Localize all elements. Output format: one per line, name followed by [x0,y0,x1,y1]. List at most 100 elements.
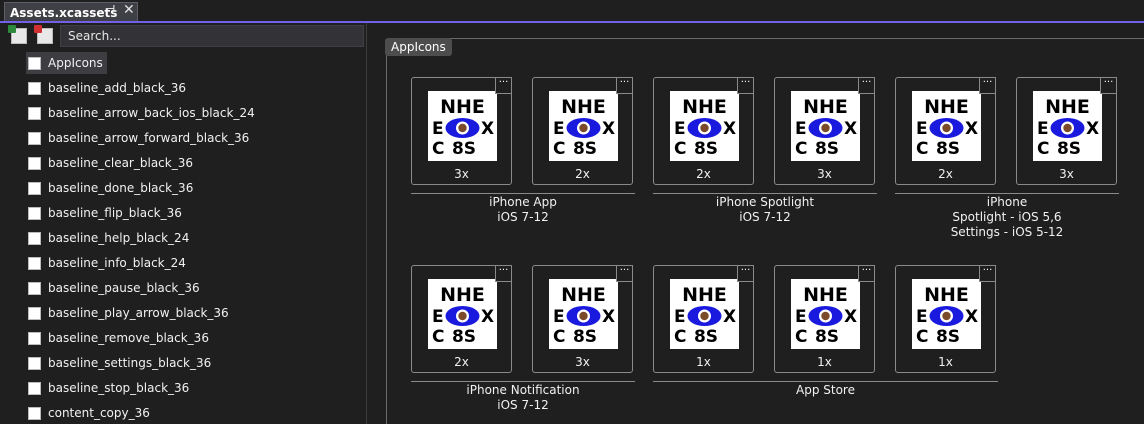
list-item[interactable]: baseline_arrow_back_ios_black_24 [26,102,259,124]
tab-assets-xcassets[interactable]: Assets.xcassets ⊣ ✕ [4,2,138,22]
app-icon-svg: NHEE X C 8S [428,91,497,161]
icon-text-line3-right: 8S [452,139,476,159]
eye-pupil [1063,123,1072,133]
app-icon-svg: NHEE X C 8S [791,91,860,161]
icon-text-line1: NHE [561,96,606,118]
list-item[interactable]: content_copy_36 [26,402,154,424]
list-item[interactable]: baseline_play_arrow_black_36 [26,302,233,324]
list-item-appicons[interactable]: AppIcons [26,52,107,74]
list-item[interactable]: baseline_stop_black_36 [26,377,193,399]
slot-scale-label: 1x [938,355,953,369]
app-icon-image: NHE E X C 8S [912,279,981,349]
list-item[interactable]: baseline_pause_black_36 [26,277,204,299]
icon-slot[interactable]: NHE E X C 8S ··· 1x [895,265,996,373]
app-icon-image: NHE E X C 8S [791,91,860,161]
pin-icon[interactable]: ⊣ [106,4,115,15]
slot-more-button[interactable]: ··· [979,265,996,282]
asset-toolbar [0,23,366,49]
icon-text-line2-left: E [795,307,807,327]
list-item[interactable]: baseline_info_black_24 [26,252,190,274]
icon-text-line2-left: E [916,307,928,327]
eye-pupil [579,123,588,133]
asset-image-icon [28,256,41,270]
icon-text-line2-right: X [481,307,494,327]
slot-more-button[interactable]: ··· [737,77,754,94]
eye-pupil [821,311,830,321]
icon-text-line3-right: 8S [694,139,718,159]
icon-slot[interactable]: NHE E X C 8S ··· 3x [1016,77,1117,185]
list-item[interactable]: baseline_settings_black_36 [26,352,215,374]
caption-line: Settings - iOS 5-12 [950,225,1064,239]
icon-text-line2-left: E [674,119,686,139]
icon-text-line3-left: C [1037,139,1049,159]
icon-slot[interactable]: NHE E X C 8S ··· 3x [411,77,512,185]
app-icon-svg: NHEE X C 8S [428,279,497,349]
icon-text-line3-right: 8S [573,139,597,159]
list-item-label: baseline_pause_black_36 [48,281,200,295]
asset-image-icon [28,131,41,145]
icon-text-line2-right: X [481,119,494,139]
caption-iphone-spotlight: iPhone Spotlight iOS 7-12 [653,195,877,225]
icon-slot[interactable]: NHE E X C 8S ··· 2x [653,77,754,185]
icon-text-line2-left: E [432,307,444,327]
list-item-label: baseline_add_black_36 [48,81,186,95]
icon-text-line3-left: C [674,139,686,159]
slot-more-button[interactable]: ··· [495,77,512,94]
list-item[interactable]: baseline_remove_black_36 [26,327,213,349]
slot-more-button[interactable]: ··· [495,265,512,282]
icon-text-line3-left: C [432,327,444,347]
eye-pupil [458,123,467,133]
caption-iphone-settings: iPhone Spotlight - iOS 5,6 Settings - iO… [895,195,1119,240]
caption-line: iPhone [986,195,1028,209]
app-icon-image: NHE E X C 8S [549,279,618,349]
list-item[interactable]: baseline_done_black_36 [26,177,197,199]
app-icon-svg: NHEE X C 8S [791,279,860,349]
group-separator [411,381,635,382]
icon-text-line2-left: E [1037,119,1049,139]
icon-text-line2-right: X [965,119,978,139]
list-item-label: baseline_info_black_24 [48,256,186,270]
list-item[interactable]: baseline_arrow_forward_black_36 [26,127,253,149]
icon-text-line3-right: 8S [1057,139,1081,159]
search-input[interactable] [60,25,364,47]
icon-slot[interactable]: NHE E X C 8S ··· 2x [411,265,512,373]
icon-slot[interactable]: NHE E X C 8S ··· 1x [774,265,875,373]
caption-line: iOS 7-12 [497,210,549,224]
slot-more-button[interactable]: ··· [858,77,875,94]
asset-image-icon [28,231,41,245]
asset-folder-icon [28,56,41,70]
list-item-label: baseline_arrow_back_ios_black_24 [48,106,255,120]
icon-text-line2-left: E [916,119,928,139]
icon-slot[interactable]: NHE E X C 8S ··· 2x [895,77,996,185]
slot-more-button[interactable]: ··· [616,77,633,94]
app-icon-image: NHE E X C 8S [428,91,497,161]
slot-more-button[interactable]: ··· [737,265,754,282]
add-image-icon[interactable] [34,25,53,44]
list-item[interactable]: baseline_help_black_24 [26,227,193,249]
icon-slot[interactable]: NHE E X C 8S ··· 1x [653,265,754,373]
app-icon-image: NHE E X C 8S [670,279,739,349]
slot-more-button[interactable]: ··· [616,265,633,282]
list-item[interactable]: baseline_flip_black_36 [26,202,186,224]
list-item-label: baseline_stop_black_36 [48,381,190,395]
icon-text-line3-right: 8S [936,327,960,347]
asset-image-icon [28,206,41,220]
slot-more-button[interactable]: ··· [1100,77,1117,94]
app-icon-image: NHE E X C 8S [791,279,860,349]
close-icon[interactable]: ✕ [123,2,135,18]
icon-slot[interactable]: NHE E X C 8S ··· 2x [532,77,633,185]
icon-slot[interactable]: NHE E X C 8S ··· 3x [774,77,875,185]
icon-text-line2-right: X [844,119,857,139]
list-item[interactable]: baseline_clear_black_36 [26,152,197,174]
list-item[interactable]: baseline_add_black_36 [26,77,190,99]
icon-text-line2-right: X [844,307,857,327]
add-asset-icon[interactable] [8,25,27,44]
slot-more-button[interactable]: ··· [979,77,996,94]
icon-text-line3-left: C [553,327,565,347]
slot-scale-label: 3x [817,167,832,181]
app-icon-image: NHE E X C 8S [1033,91,1102,161]
icon-text-line2-right: X [723,307,736,327]
slot-more-button[interactable]: ··· [858,265,875,282]
icon-slot[interactable]: NHE E X C 8S ··· 3x [532,265,633,373]
caption-line: iPhone Spotlight [715,195,815,209]
